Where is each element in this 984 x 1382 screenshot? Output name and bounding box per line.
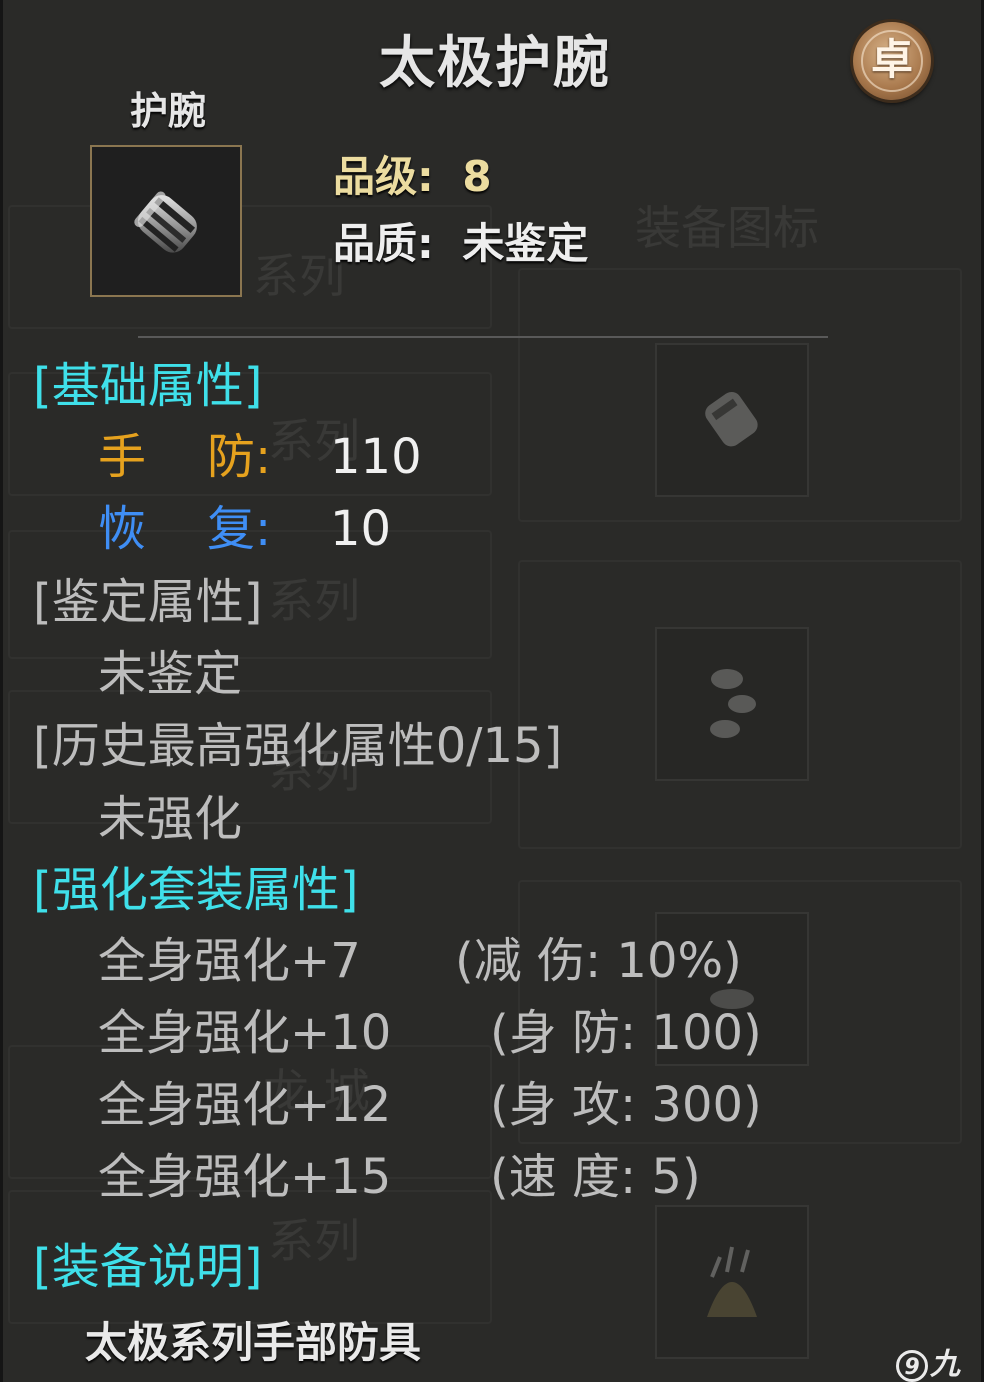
set-bonus-row: 全身强化+15 (速 度: 5) xyxy=(98,1153,701,1201)
grade-value: 8 xyxy=(462,152,492,201)
grade-row: 品级: 8 xyxy=(333,143,492,204)
attr-row-hand-defense: 手 防: 110 xyxy=(98,433,422,481)
set-bonus-effect: (身 防: 100) xyxy=(490,1005,762,1061)
quality-value: 未鉴定 xyxy=(462,219,589,268)
set-bonus-effect: (身 攻: 300) xyxy=(490,1077,762,1133)
bg-series-label: 系列 xyxy=(268,1214,360,1268)
quality-label: 品质: xyxy=(333,219,434,268)
quality-row: 品质: 未鉴定 xyxy=(333,210,588,271)
divider xyxy=(138,336,828,338)
description-header: [装备说明] xyxy=(33,1239,263,1295)
item-type-label: 护腕 xyxy=(129,89,206,133)
set-bonus-row: 全身强化+10 (身 防: 100) xyxy=(98,1009,762,1057)
bg-series-label: 系列 xyxy=(268,574,360,628)
bg-equipment-thumb xyxy=(655,1205,809,1359)
bg-equipment-thumb xyxy=(655,343,809,497)
set-bonus-effect: (减 伤: 10%) xyxy=(455,933,742,989)
bg-series-label: 系列 xyxy=(253,249,345,303)
set-bonus-effect: (速 度: 5) xyxy=(490,1149,701,1205)
identify-value: 未鉴定 xyxy=(98,646,243,702)
bg-equipment-thumb xyxy=(655,627,809,781)
set-bonus-level: 全身强化+15 xyxy=(98,1149,392,1205)
set-bonus-header: [强化套装属性] xyxy=(33,862,359,918)
set-bonus-level: 全身强化+12 xyxy=(98,1077,392,1133)
set-bonus-row: 全身强化+12 (身 攻: 300) xyxy=(98,1081,762,1129)
set-bonus-level: 全身强化+7 xyxy=(98,933,361,989)
identify-header: [鉴定属性] xyxy=(33,574,263,630)
base-attributes-header: [基础属性] xyxy=(33,358,263,414)
quality-badge-icon: 卓 xyxy=(853,22,931,100)
bg-title: 装备图标 xyxy=(635,201,819,255)
set-bonus-row: 全身强化+7 (减 伤: 10%) xyxy=(98,937,742,985)
attr-row-recovery: 恢 复: 10 xyxy=(98,505,391,553)
quality-badge-char: 卓 xyxy=(870,35,913,84)
item-icon-slot xyxy=(90,145,242,297)
history-header: [历史最高强化属性0/15] xyxy=(33,718,563,774)
attr-key: 恢 复: xyxy=(98,501,272,557)
set-bonus-level: 全身强化+10 xyxy=(98,1005,392,1061)
attr-value: 110 xyxy=(330,429,422,485)
grade-label: 品级: xyxy=(333,152,434,201)
watermark-logo-icon: 9九游 xyxy=(896,1339,981,1382)
watermark-symbol: 9 xyxy=(896,1349,928,1382)
item-tooltip: 装备图标 系列 系列 系列 系列 龙 城 系列 太极护腕 卓 护腕 品级: 8 … xyxy=(0,0,984,1382)
attr-value: 10 xyxy=(330,501,392,557)
description-text: 太极系列手部防具 xyxy=(85,1318,422,1367)
bracer-item-icon xyxy=(134,191,197,253)
attr-key: 手 防: xyxy=(98,429,272,485)
history-value: 未强化 xyxy=(98,791,243,847)
